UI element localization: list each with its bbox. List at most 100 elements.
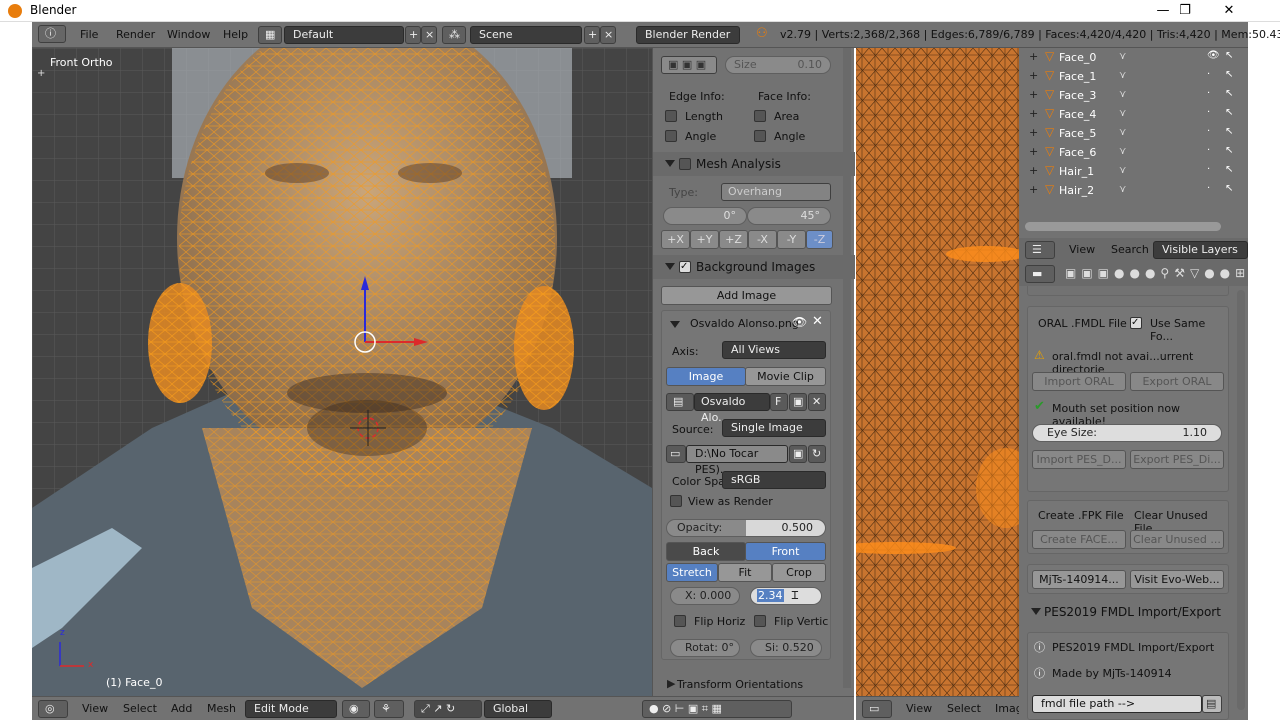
offset-x-field[interactable]: X: 0.000 <box>670 587 740 605</box>
expand-plus-icon[interactable]: + <box>1029 88 1038 101</box>
menu-help[interactable]: Help <box>223 28 248 41</box>
axis-minus-y[interactable]: -Y <box>777 230 806 249</box>
select-arrow-icon[interactable]: ↖ <box>1225 183 1233 194</box>
browse-folder-icon[interactable]: ▤ <box>1202 695 1222 713</box>
select-arrow-icon[interactable]: ↖ <box>1225 69 1233 80</box>
manipulator-icons[interactable]: ⤢ ↗ ↻ <box>414 700 482 718</box>
uv-image-editor[interactable] <box>856 48 1019 696</box>
menu-render[interactable]: Render <box>116 28 155 41</box>
view-as-render-checkbox[interactable] <box>670 495 682 507</box>
editor-type-3d-icon[interactable]: ◎ <box>38 700 68 718</box>
shading-icon[interactable]: ◉ <box>342 700 370 718</box>
visibility-eye-icon[interactable]: · <box>1207 145 1210 156</box>
props-type-icon[interactable]: ▬ <box>1025 265 1055 283</box>
mesh-analysis-checkbox[interactable] <box>679 158 691 170</box>
mesh-analysis-header[interactable]: Mesh Analysis <box>653 152 855 176</box>
flip-horizontal-checkbox[interactable] <box>674 615 686 627</box>
visibility-eye-icon[interactable]: · <box>1207 183 1210 194</box>
3d-viewport[interactable]: Front Ortho + z x (1) Face_0 <box>32 48 652 696</box>
image-tab[interactable]: Image <box>666 367 746 386</box>
import-oral-button[interactable]: Import ORAL <box>1032 372 1126 391</box>
pes2019-section-header[interactable]: PES2019 FMDL Import/Export <box>1019 600 1241 622</box>
close-button[interactable]: ✕ <box>1206 0 1252 22</box>
opacity-slider[interactable]: Opacity: 0.500 <box>666 519 826 537</box>
menu-add[interactable]: Add <box>171 702 192 715</box>
size-value[interactable]: 0.10 <box>798 57 823 73</box>
menu-view[interactable]: View <box>82 702 108 715</box>
layout-field[interactable]: Default <box>284 26 404 44</box>
flip-vertical-checkbox[interactable] <box>754 615 766 627</box>
image-size-field[interactable]: Si: 0.520 <box>750 639 822 657</box>
editor-type-icon[interactable]: ⓘ <box>38 25 66 43</box>
crop-button[interactable]: Crop <box>772 563 826 582</box>
visibility-eye-icon[interactable]: · <box>1207 164 1210 175</box>
orientation-select[interactable]: Global <box>484 700 552 718</box>
range-min-field[interactable]: 0° <box>663 207 747 225</box>
fmdl-path-field[interactable]: fmdl file path --> <box>1032 695 1202 713</box>
menu-select[interactable]: Select <box>123 702 157 715</box>
back-button[interactable]: Back <box>666 542 746 561</box>
export-pes-button[interactable]: Export PES_Di... <box>1130 450 1224 469</box>
eye-icon[interactable]: 👁 <box>792 315 807 329</box>
remove-scene-icon[interactable]: × <box>600 26 616 44</box>
menu-mesh[interactable]: Mesh <box>207 702 236 715</box>
offset-y-field[interactable]: 2.34 Ꮖ <box>750 587 822 605</box>
select-arrow-icon[interactable]: ↖ <box>1225 50 1233 61</box>
outliner-item[interactable]: + ▽ Hair_1 ⋎ · ↖ <box>1027 162 1242 181</box>
axis-minus-z[interactable]: -Z <box>806 230 833 249</box>
select-arrow-icon[interactable]: ↖ <box>1225 88 1233 99</box>
transform-orientations-header[interactable]: ▶ Transform Orientations <box>653 674 855 696</box>
source-select[interactable]: Single Image <box>722 419 826 437</box>
export-oral-button[interactable]: Export ORAL <box>1130 372 1224 391</box>
open-image-icon[interactable]: ▣ <box>789 393 807 411</box>
editor-type-props-icon[interactable]: ☰ <box>1025 241 1055 259</box>
outliner-item[interactable]: + ▽ Face_3 ⋎ · ↖ <box>1027 86 1242 105</box>
mjts-link-button[interactable]: MjTs-140914... <box>1032 570 1126 589</box>
maximize-button[interactable]: ❐ <box>1162 0 1208 22</box>
outliner-item[interactable]: + ▽ Face_4 ⋎ · ↖ <box>1027 105 1242 124</box>
layout-grid-icon[interactable]: ▦ <box>258 26 282 44</box>
visible-layers-select[interactable]: Visible Layers <box>1153 241 1248 259</box>
outliner-scrollbar[interactable] <box>1025 222 1221 231</box>
editor-type-uv-icon[interactable]: ▭ <box>862 700 892 718</box>
visibility-eye-icon[interactable]: 👁 <box>1207 50 1220 61</box>
clear-unused-button[interactable]: Clear Unused ... <box>1130 530 1224 549</box>
uv-menu-select[interactable]: Select <box>947 702 981 715</box>
menu-file[interactable]: File <box>80 28 98 41</box>
image-datablock-field[interactable]: Osvaldo Alo... <box>694 393 770 424</box>
range-max-field[interactable]: 45° <box>747 207 831 225</box>
axis-minus-x[interactable]: -X <box>748 230 777 249</box>
axis-plus-x[interactable]: +X <box>661 230 690 249</box>
add-image-button[interactable]: Add Image <box>661 286 832 305</box>
import-pes-button[interactable]: Import PES_D... <box>1032 450 1126 469</box>
expand-plus-icon[interactable]: + <box>1029 164 1038 177</box>
visibility-eye-icon[interactable]: · <box>1207 69 1210 80</box>
axis-plus-y[interactable]: +Y <box>690 230 719 249</box>
outliner-item[interactable]: + ▽ Face_1 ⋎ · ↖ <box>1027 67 1242 86</box>
expand-plus-icon[interactable]: + <box>1029 183 1038 196</box>
menu-window[interactable]: Window <box>167 28 210 41</box>
unlink-image-icon[interactable]: ✕ <box>808 393 826 411</box>
face-angle-checkbox[interactable] <box>754 130 766 142</box>
length-checkbox[interactable] <box>665 110 677 122</box>
area-checkbox[interactable] <box>754 110 766 122</box>
outliner-item[interactable]: + ▽ Hair_2 ⋎ · ↖ <box>1027 181 1242 200</box>
scene-field[interactable]: Scene <box>470 26 582 44</box>
panel-scrollbar[interactable] <box>843 48 851 688</box>
outliner-item[interactable]: + ▽ Face_6 ⋎ · ↖ <box>1027 143 1242 162</box>
normals-display-icons[interactable]: ▣ ▣ ▣ <box>661 56 717 74</box>
props-scrollbar[interactable] <box>1237 290 1245 710</box>
movie-clip-tab[interactable]: Movie Clip <box>745 367 826 386</box>
create-face-button[interactable]: Create FACE... <box>1032 530 1126 549</box>
expand-plus-icon[interactable]: + <box>1029 69 1038 82</box>
select-arrow-icon[interactable]: ↖ <box>1225 107 1233 118</box>
visit-evoweb-button[interactable]: Visit Evo-Web... <box>1130 570 1224 589</box>
front-button[interactable]: Front <box>745 542 826 561</box>
use-same-checkbox[interactable]: ✓ <box>1130 317 1142 329</box>
eye-size-field[interactable]: Eye Size: 1.10 <box>1032 424 1222 442</box>
snap-tools-icons[interactable]: ● ⊘ ⊢ ▣ ⌗ ▦ <box>642 700 792 718</box>
rotation-field[interactable]: Rotat: 0° <box>670 639 740 657</box>
background-images-checkbox[interactable]: ✓ <box>679 261 691 273</box>
expand-plus-icon[interactable]: + <box>1029 107 1038 120</box>
expand-plus-icon[interactable]: + <box>1029 50 1038 63</box>
